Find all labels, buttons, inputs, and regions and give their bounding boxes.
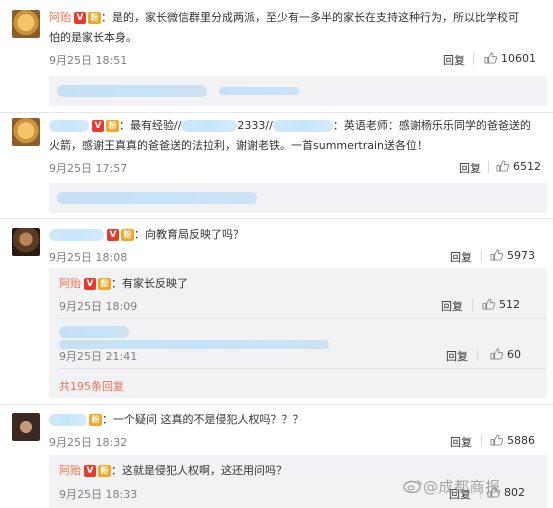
blurred-username <box>49 229 104 241</box>
reply-thread: 阿贻 V 粉：有家长反映了 9月25日 18:09 回复 512 9月25日 21:… <box>49 268 547 398</box>
reply-body: ：这就是侵犯人权啊，这还用问吗？ <box>111 464 287 477</box>
blurred-reply-preview <box>57 85 207 97</box>
like-button[interactable]: 6512 <box>496 160 541 173</box>
comment-time: 9月25日 18:51 <box>49 54 128 67</box>
fan-badge: 粉 <box>98 465 111 477</box>
reply-time: 9月25日 18:09 <box>59 300 138 313</box>
comment-time: 9月25日 18:32 <box>49 436 128 449</box>
reply-divider <box>59 318 545 319</box>
reply-button[interactable]: 回复 <box>443 52 465 68</box>
comment-body-end: ：英语老师：感谢杨乐乐同学的爸爸送的 <box>332 119 531 132</box>
reply-button[interactable]: 回复 <box>446 348 468 364</box>
thumbs-up-icon <box>490 434 503 446</box>
like-button[interactable]: 60 <box>490 348 521 361</box>
verified-badge: V <box>84 278 96 290</box>
blurred-reply-line <box>59 326 129 338</box>
comment-text: V 粉：最有经验// 2333// ：英语老师：感谢杨乐乐同学的爸爸送的 火箭，感谢王… <box>49 116 539 156</box>
divider <box>473 53 474 65</box>
like-count: 60 <box>507 348 521 361</box>
reply-body: ：有家长反映了 <box>111 277 188 290</box>
comment-time: 9月25日 17:57 <box>49 162 128 175</box>
thumbs-up-icon <box>482 298 495 310</box>
fan-badge: 粉 <box>98 278 111 290</box>
comment-body-mid: 2333// <box>237 119 273 132</box>
verified-badge: V <box>74 12 86 24</box>
reply-time: 9月25日 21:41 <box>59 350 138 363</box>
like-count: 5886 <box>507 434 535 447</box>
like-count: 5973 <box>507 249 535 262</box>
comment-body: ：一个疑问 这真的不是侵犯人权吗？？？ <box>102 413 304 426</box>
like-count: 6512 <box>513 160 541 173</box>
comment-body: ：是的，家长微信群里分成两派，至少有一多半的家长在支持这种行为，所以比学校可 <box>101 11 519 24</box>
like-count: 802 <box>504 486 525 499</box>
reply-button[interactable]: 回复 <box>450 249 472 265</box>
comment-divider <box>0 218 553 219</box>
reply-time: 9月25日 18:33 <box>59 488 138 501</box>
avatar[interactable] <box>12 228 40 256</box>
verified-badge: V <box>84 465 96 477</box>
comment-text: 阿贻 V 粉：是的，家长微信群里分成两派，至少有一多半的家长在支持这种行为，所以比学… <box>49 8 539 48</box>
like-button[interactable]: 10601 <box>484 52 536 65</box>
like-count: 10601 <box>501 52 536 65</box>
like-button[interactable]: 512 <box>482 298 520 311</box>
username[interactable]: 阿贻 <box>59 464 81 477</box>
blurred-mention <box>272 120 333 132</box>
comment-divider <box>0 112 553 113</box>
more-replies-link[interactable]: 共195条回复 <box>59 378 124 394</box>
divider <box>481 435 482 447</box>
comment-body-line2: 火箭，感谢王真真的爸爸送的法拉利，谢谢老铁。一首summertrain送各位！ <box>49 139 429 152</box>
thumbs-up-icon <box>484 52 497 64</box>
blurred-mention <box>181 120 238 132</box>
watermark-text: @成都商报 <box>423 478 501 496</box>
fan-badge: 粉 <box>121 229 134 241</box>
thumbs-up-icon <box>490 249 503 261</box>
comment-text: 粉：一个疑问 这真的不是侵犯人权吗？？？ <box>49 410 539 430</box>
comment-body: ：最有经验// <box>119 119 182 132</box>
username[interactable]: 阿贻 <box>49 11 71 24</box>
thumbs-up-icon <box>490 348 503 360</box>
avatar[interactable] <box>12 118 40 146</box>
like-button[interactable]: 5973 <box>490 249 535 262</box>
username[interactable]: 阿贻 <box>59 277 81 290</box>
blurred-reply-preview <box>57 192 257 204</box>
reply-button[interactable]: 回复 <box>441 298 463 314</box>
reply-text: 阿贻 V 粉：有家长反映了 <box>59 275 188 293</box>
reply-button[interactable]: 回复 <box>459 160 481 176</box>
watermark: @成都商报 <box>403 476 501 497</box>
reply-button[interactable]: 回复 <box>450 434 472 450</box>
verified-badge: V <box>107 229 119 241</box>
reply-text: 阿贻 V 粉：这就是侵犯人权啊，这还用问吗？ <box>59 462 287 480</box>
avatar[interactable] <box>12 10 40 38</box>
thumbs-up-icon <box>496 160 509 172</box>
like-button[interactable]: 5886 <box>490 434 535 447</box>
comment-body: ：向教育局反映了吗？ <box>134 228 244 241</box>
fan-badge: 粉 <box>88 12 101 24</box>
divider <box>488 161 489 173</box>
comment-text: V 粉：向教育局反映了吗？ <box>49 225 539 245</box>
weibo-logo-icon <box>403 480 422 494</box>
reply-divider <box>59 368 545 369</box>
comment-time: 9月25日 18:08 <box>49 251 128 264</box>
divider <box>481 250 482 262</box>
comment-body-line2: 怕的是家长本身。 <box>49 31 137 44</box>
comment-divider <box>0 404 553 405</box>
avatar[interactable] <box>12 413 40 441</box>
blurred-username <box>49 414 87 426</box>
fan-badge: 粉 <box>89 414 102 426</box>
collapsed-reply-box <box>49 76 547 106</box>
collapsed-reply-box <box>49 183 547 213</box>
like-count: 512 <box>499 298 520 311</box>
verified-badge: V <box>92 120 104 132</box>
blurred-username <box>49 120 89 132</box>
blurred-reply-preview-2 <box>219 87 299 95</box>
divider <box>472 299 473 311</box>
divider <box>477 349 478 361</box>
fan-badge: 粉 <box>106 120 119 132</box>
